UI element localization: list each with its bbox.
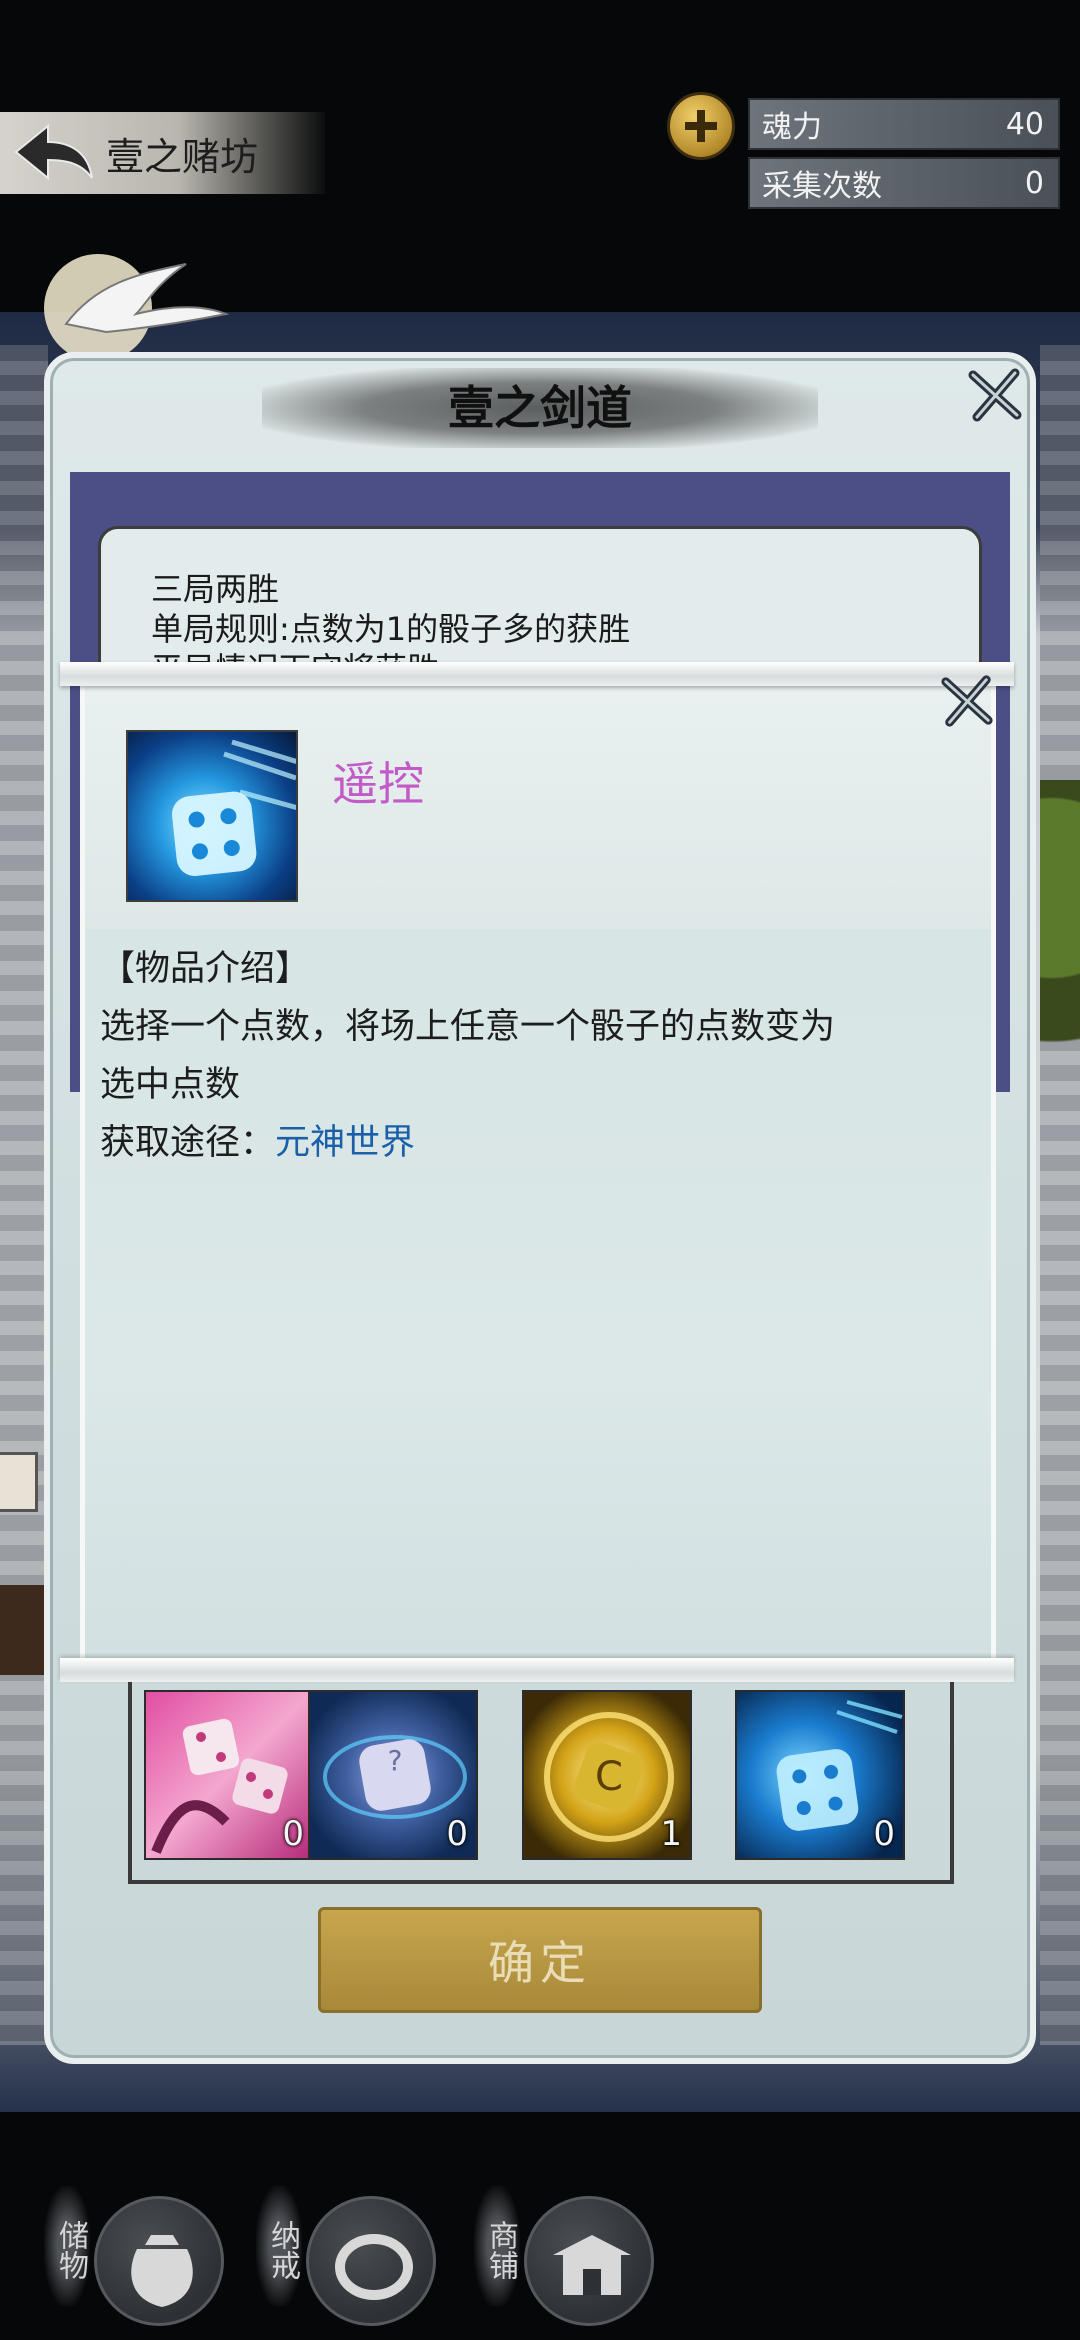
stat-gather-count: 采集次数 0 bbox=[748, 157, 1060, 209]
nav-label: 储物 bbox=[44, 2186, 90, 2306]
confirm-button[interactable]: 确定 bbox=[318, 1907, 762, 2013]
item-slot-golden-dice[interactable]: C 1 bbox=[522, 1690, 692, 1860]
stat-soul-power: 魂力 40 bbox=[748, 98, 1060, 150]
background-fence-right bbox=[1040, 345, 1080, 2045]
stat-value: 40 bbox=[1005, 106, 1044, 142]
ring-icon bbox=[306, 2196, 436, 2326]
nav-label: 纳戒 bbox=[256, 2186, 302, 2306]
scroll-rod-top bbox=[60, 662, 1014, 686]
crane-emblem-icon bbox=[44, 254, 230, 362]
item-slot-pink-dice[interactable]: 0 bbox=[144, 1690, 314, 1860]
description-line: 选择一个点数，将场上任意一个骰子的点数变为 bbox=[100, 1007, 836, 1047]
nav-label: 商铺 bbox=[474, 2186, 520, 2306]
stat-value: 0 bbox=[1024, 165, 1044, 201]
item-count: 0 bbox=[282, 1814, 304, 1854]
side-tab[interactable] bbox=[0, 1452, 38, 1512]
game-screen: 壹之赌坊 魂力 40 采集次数 0 壹之剑道 三局两胜 单局规则:点数为1的骰子… bbox=[0, 0, 1080, 2340]
item-name: 遥控 bbox=[332, 757, 424, 811]
scroll-rod-bottom bbox=[60, 1658, 1014, 1682]
background-fence-left bbox=[0, 345, 48, 2045]
item-slot-mystery-dice[interactable]: ? 0 bbox=[308, 1690, 478, 1860]
rule-line: 单局规则:点数为1的骰子多的获胜 bbox=[151, 610, 631, 648]
intro-header: 【物品介绍】 bbox=[100, 949, 311, 989]
svg-text:?: ? bbox=[388, 1744, 403, 1777]
back-button[interactable]: 壹之赌坊 bbox=[0, 112, 325, 194]
nav-storage-button[interactable]: 储物 bbox=[44, 2186, 224, 2336]
back-label: 壹之赌坊 bbox=[106, 134, 259, 179]
item-slot-blue-dice[interactable]: 0 bbox=[735, 1690, 905, 1860]
back-arrow-icon bbox=[14, 123, 93, 181]
description-line: 选中点数 bbox=[100, 1065, 241, 1105]
close-icon[interactable] bbox=[965, 365, 1025, 425]
plus-icon bbox=[685, 110, 717, 142]
remote-dice-icon bbox=[126, 730, 298, 902]
bag-icon bbox=[94, 2196, 224, 2326]
close-icon[interactable] bbox=[938, 672, 996, 730]
source-label: 获取途径： bbox=[100, 1123, 276, 1163]
nav-ring-button[interactable]: 纳戒 bbox=[256, 2186, 436, 2336]
nav-shop-button[interactable]: 商铺 bbox=[474, 2186, 654, 2336]
source-line: 获取途径：元神世界 bbox=[100, 1114, 980, 1172]
add-currency-button[interactable] bbox=[667, 92, 735, 160]
item-description: 【物品介绍】 选择一个点数，将场上任意一个骰子的点数变为 选中点数 获取途径：元… bbox=[100, 940, 980, 1172]
stat-label: 魂力 bbox=[762, 110, 822, 145]
svg-text:C: C bbox=[595, 1754, 623, 1800]
stat-label: 采集次数 bbox=[762, 169, 882, 204]
shop-icon bbox=[524, 2196, 654, 2326]
item-count: 1 bbox=[660, 1814, 682, 1854]
dialog-title: 壹之剑道 bbox=[448, 381, 632, 435]
item-count: 0 bbox=[873, 1814, 895, 1854]
rule-line: 三局两胜 bbox=[151, 570, 280, 608]
source-link[interactable]: 元神世界 bbox=[275, 1123, 415, 1163]
item-count: 0 bbox=[446, 1814, 468, 1854]
background-tree bbox=[1040, 780, 1080, 1140]
